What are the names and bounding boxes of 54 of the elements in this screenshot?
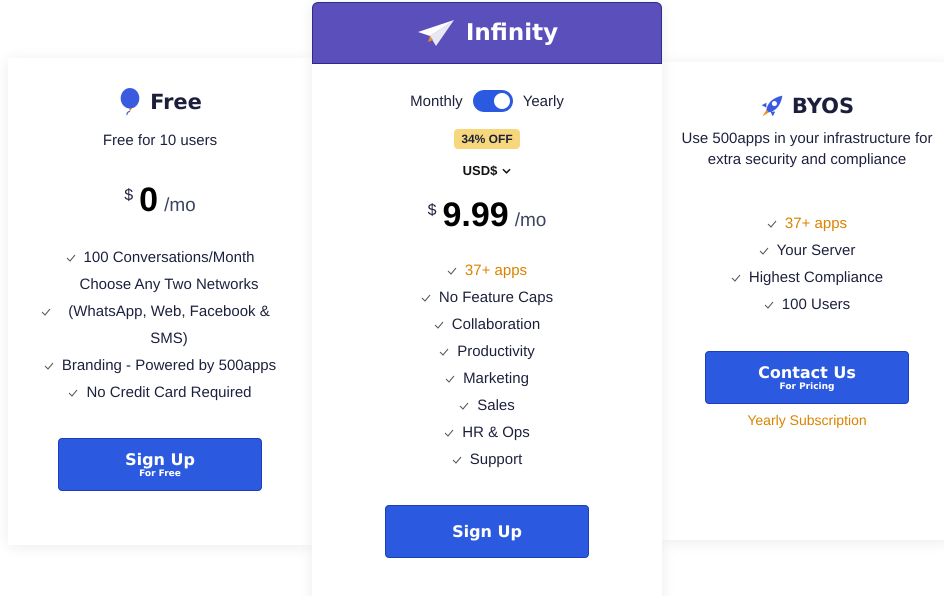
chevron-down-icon [502, 168, 512, 174]
feature-text: Marketing [463, 369, 529, 389]
feature-text: HR & Ops [462, 423, 530, 443]
feature-text: No Feature Caps [438, 288, 554, 308]
check-icon [459, 402, 470, 410]
plan-title: Infinity [466, 20, 558, 46]
check-icon [444, 428, 454, 436]
check-icon [439, 348, 450, 356]
currency-dropdown[interactable]: USD$ [462, 163, 512, 178]
billing-toggle[interactable] [472, 90, 513, 112]
check-icon [420, 294, 431, 302]
feature-text: Highest Compliance [748, 268, 884, 288]
balloon-icon [118, 88, 142, 116]
currency-symbol: $ [428, 202, 437, 220]
cta-button[interactable]: Contact Us For Pricing [705, 351, 909, 404]
check-icon [446, 266, 457, 274]
price-period: /mo [164, 195, 196, 217]
feature-text: Sales [477, 396, 515, 416]
feature-text: Your Server [776, 241, 856, 261]
check-icon [758, 246, 769, 254]
feature-text: 100 Users [782, 295, 850, 315]
price-amount: 0 [139, 181, 158, 220]
billing-label: Monthly [410, 92, 463, 110]
check-icon [452, 456, 462, 464]
cta-button[interactable]: Sign Up For Free [58, 438, 262, 491]
price-period: /mo [514, 210, 546, 232]
plan-title: Free [150, 90, 202, 114]
feature-text: 37+ apps [464, 261, 528, 281]
check-icon [68, 388, 78, 396]
plan-title: BYOS [792, 94, 854, 118]
plan-subtitle: Free for 10 users [102, 131, 218, 151]
currency-symbol: $ [124, 187, 134, 205]
feature-text: Choose Any Two Networks (WhatsApp, Web, Facebook & SMS) [67, 275, 271, 349]
check-icon [44, 362, 54, 370]
check-icon [66, 254, 76, 262]
feature-text: 100 Conversations/Month [84, 248, 254, 268]
feature-text: 37+ apps [784, 214, 848, 234]
check-icon [730, 274, 741, 282]
feature-text: Support [470, 450, 522, 470]
plan-subtitle: Use 500apps in your infrastructure for extra security and compliance [680, 129, 934, 170]
check-icon [434, 320, 444, 328]
discount-badge: 34% OFF [454, 129, 520, 149]
subscription-note: Yearly Subscription [747, 412, 867, 428]
check-icon [41, 308, 51, 316]
check-icon [764, 300, 774, 308]
check-icon [766, 220, 777, 228]
feature-text: Productivity [457, 342, 535, 362]
price-amount: 9.99 [442, 196, 509, 235]
cta-button[interactable]: Sign Up [385, 505, 589, 558]
feature-text: No Credit Card Required [86, 383, 252, 403]
billing-label: Yearly [522, 92, 564, 110]
feature-text: Collaboration [452, 315, 540, 335]
check-icon [445, 374, 456, 382]
feature-text: Branding - Powered by 500apps [62, 356, 276, 376]
